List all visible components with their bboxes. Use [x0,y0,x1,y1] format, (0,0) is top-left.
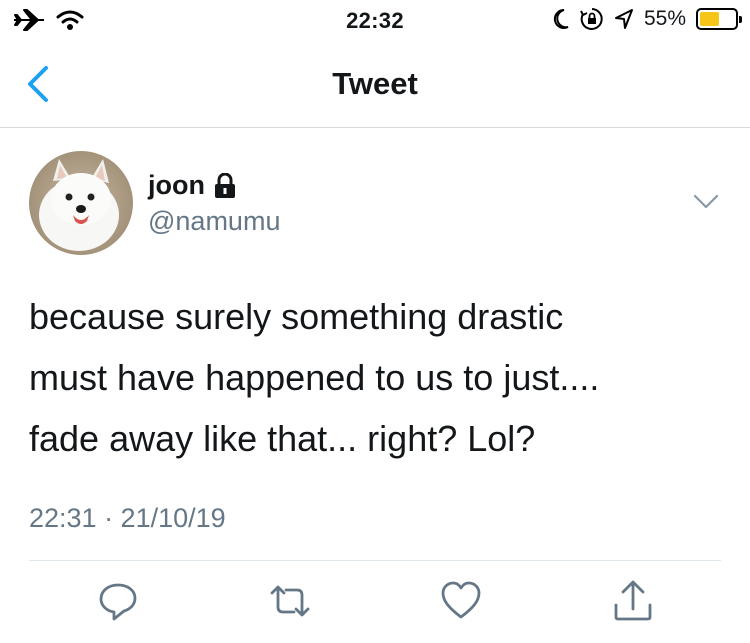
heart-icon [441,581,481,619]
share-icon [614,580,652,621]
retweet-button[interactable] [266,577,314,625]
status-bar: 22:32 55% [0,0,750,40]
moon-icon [552,8,570,30]
display-name: joon [148,170,205,200]
battery-fill [700,12,719,26]
orientation-lock-icon [580,7,604,31]
page-title: Tweet [332,66,418,101]
like-button[interactable] [437,577,485,625]
lock-icon [213,172,237,199]
reply-button[interactable] [94,577,142,625]
battery-icon [696,8,742,30]
avatar[interactable] [29,151,133,255]
chevron-down-icon [693,194,719,209]
tweet-text: because surely something drastic must ha… [29,296,600,459]
tweet-detail-screen: 22:32 55% Tweet joon @namumu because sur… [0,0,750,643]
reply-icon [99,583,137,621]
navigation-bar: Tweet [0,40,750,128]
author-name-row[interactable]: joon [148,170,237,201]
battery-percent: 55% [643,7,686,30]
tweet-actions [0,577,750,633]
share-button[interactable] [609,577,657,625]
dog-avatar-image [29,151,133,255]
battery-tip [739,16,742,23]
status-right: 55% [552,7,742,31]
tweet-timestamp: 22:31 · 21/10/19 [29,503,226,533]
retweet-icon [270,585,310,617]
location-arrow-icon [614,8,634,30]
tweet-options-button[interactable] [692,192,720,212]
username: @namumu [148,206,281,236]
divider [29,560,721,561]
